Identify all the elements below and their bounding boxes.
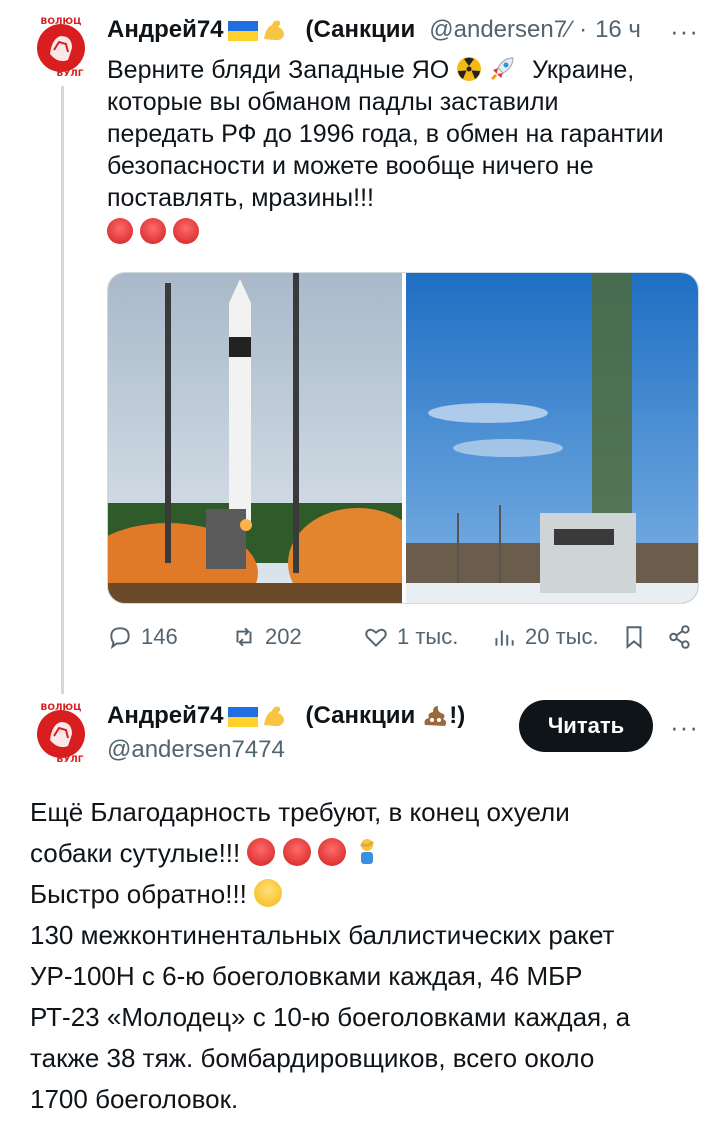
avatar-text-top: ВОЛЮЦ (41, 703, 82, 713)
share-icon (669, 625, 690, 649)
tweet1-line-3: передать РФ до 1996 года, в обмен на гар… (107, 120, 664, 148)
tweet1-line-4: безопасности и можете вообще ничего не (107, 152, 594, 180)
author-avatar[interactable]: ВОЛЮЦ БУЛГ (28, 14, 94, 80)
poop-icon (421, 703, 449, 729)
author-name[interactable]: Андрей74 (107, 702, 224, 730)
rocket-launch-photo (108, 273, 428, 603)
bookmark-icon (626, 626, 642, 649)
tweet2-line-3: Быстро обратно!!! (30, 874, 630, 915)
repost-button[interactable]: 202 (231, 624, 302, 650)
like-icon (365, 628, 387, 648)
angry-face-icon (317, 838, 346, 866)
tweet1-line-1: Верните бляди Западные ЯО Украине, (107, 54, 664, 86)
ukraine-flag-icon (227, 20, 258, 41)
separator-dot: · (579, 16, 588, 43)
tweet2-handle-row: @andersen7474 (107, 736, 285, 764)
tweet2-line-3-text: Быстро обратно!!! (30, 879, 247, 909)
avatar-text-bottom: БУЛГ (56, 755, 83, 765)
radioactive-icon (456, 56, 482, 82)
flexed-bicep-icon (260, 17, 288, 43)
more-options-icon[interactable]: ··· (670, 16, 699, 47)
repost-icon (236, 627, 252, 647)
follow-button[interactable]: Читать (519, 700, 653, 752)
author-avatar[interactable]: ВОЛЮЦ БУЛГ (28, 700, 94, 766)
author-name[interactable]: Андрей74 (107, 16, 224, 44)
angry-face-icon (107, 218, 133, 244)
tweet2-line-6: РТ-23 «Молодец» с 10-ю боеголовками кажд… (30, 1002, 631, 1032)
tweet2-line-4: 130 межконтинентальных баллистических ра… (30, 920, 615, 950)
author-name-suffix: (Санкции (305, 702, 416, 729)
angry-face-icon (282, 838, 311, 866)
angry-face-icon (247, 838, 276, 866)
bookmark-button[interactable] (621, 624, 647, 650)
facepalm-icon (353, 836, 381, 866)
tweet2-text: Ещё Благодарность требуют, в конец охуел… (30, 792, 630, 1120)
angry-emoji-row (107, 216, 664, 248)
tweet1-line-1-tail: Украине, (532, 56, 635, 84)
tweet1-line-5: поставлять, мразины!!! (107, 184, 374, 212)
tweet1-header: Андрей74 (Санкции @andersen7⁄ · 16 ч (107, 16, 641, 44)
flexed-bicep-icon (260, 703, 288, 729)
reply-count: 146 (141, 624, 178, 649)
expressionless-face-icon (254, 879, 283, 907)
rocket-icon (489, 54, 517, 82)
tweet1-line-2: которые вы обманом падлы заставили (107, 88, 559, 116)
views-button[interactable]: 20 тыс. (491, 624, 599, 650)
tweet2-line-1: Ещё Благодарность требуют, в конец охуел… (30, 797, 570, 827)
repost-count: 202 (265, 624, 302, 649)
thread-connector-line (61, 86, 64, 694)
avatar-text-bottom: БУЛГ (56, 69, 83, 79)
avatar-text-top: ВОЛЮЦ (41, 17, 82, 27)
author-handle[interactable]: @andersen7⁄ (429, 16, 571, 44)
share-button[interactable] (667, 624, 693, 650)
tweet2-line-7: также 38 тяж. бомбардировщиков, всего ок… (30, 1043, 595, 1073)
ukraine-flag-icon (227, 706, 258, 727)
reply-icon (110, 627, 130, 650)
tweet1-line-1-text: Верните бляди Западные ЯО (107, 56, 450, 84)
missile-silo-photo (406, 273, 698, 603)
angry-face-icon (139, 218, 166, 244)
author-handle[interactable]: @andersen7474 (107, 736, 285, 764)
tweet1-media[interactable] (107, 272, 699, 604)
tweet2-line-2-text: собаки сутулые!!! (30, 838, 241, 868)
views-icon (495, 630, 514, 646)
tweet2-line-8: 1700 боеголовок. (30, 1084, 239, 1114)
tweet2-line-5: УР-100Н с 6-ю боеголовками каждая, 46 МБ… (30, 961, 583, 991)
angry-face-icon (172, 218, 199, 244)
tweet2-header: Андрей74 (Санкции !) (107, 702, 465, 730)
post-timestamp[interactable]: 16 ч (595, 16, 641, 44)
author-name-suffix-end: !) (449, 702, 466, 729)
views-count: 20 тыс. (525, 624, 599, 649)
tweet1-text: Верните бляди Западные ЯО Украине, котор… (107, 54, 664, 248)
tweet1-action-bar: 146 202 1 тыс. 20 тыс. (107, 624, 699, 664)
reply-button[interactable]: 146 (107, 624, 178, 650)
like-count: 1 тыс. (397, 624, 459, 649)
like-button[interactable]: 1 тыс. (363, 624, 458, 650)
author-name-suffix: (Санкции (305, 16, 416, 43)
tweet2-line-2: собаки сутулые!!! (30, 833, 630, 874)
more-options-icon[interactable]: ··· (670, 712, 699, 743)
